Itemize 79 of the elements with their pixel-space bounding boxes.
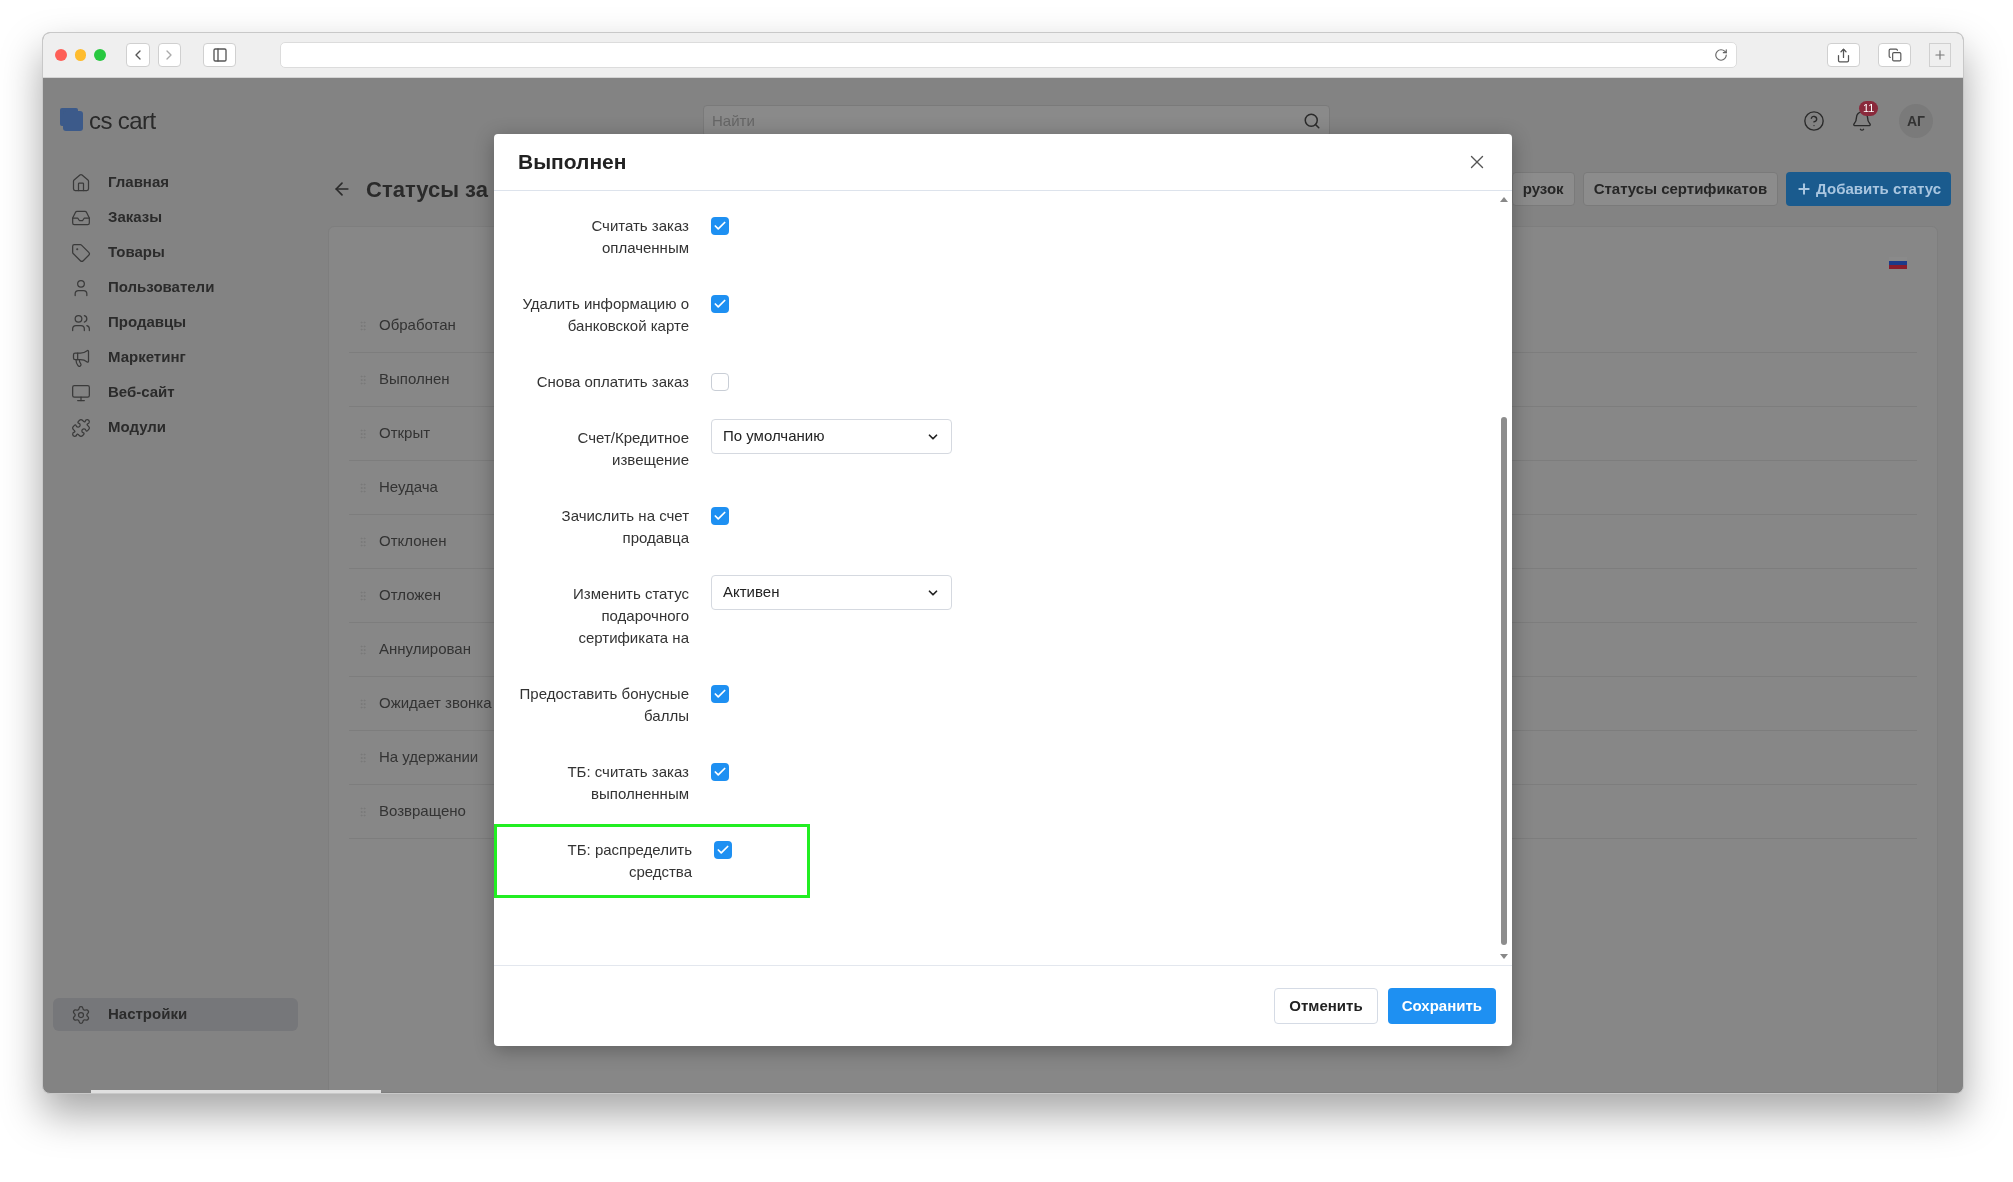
logo-icon (63, 111, 83, 131)
back-button[interactable] (126, 43, 150, 67)
plus-icon (1933, 48, 1948, 62)
status-name[interactable]: Аннулирован (379, 638, 471, 661)
status-name[interactable]: Возвращено (379, 800, 466, 823)
house-icon (71, 172, 91, 193)
help-icon[interactable] (1803, 110, 1825, 132)
check-icon (713, 509, 727, 523)
page-title: Статусы за (366, 175, 488, 204)
sidebar-item[interactable]: Маркетинг (53, 341, 298, 374)
notifications-icon[interactable] (1851, 110, 1873, 132)
checkbox[interactable] (711, 217, 729, 235)
secondary-button[interactable]: рузок (1511, 172, 1575, 206)
modal-title: Выполнен (518, 149, 627, 176)
tabs-button[interactable] (1878, 43, 1912, 67)
check-icon (713, 765, 727, 779)
select-dropdown[interactable]: Активен (711, 575, 952, 610)
field-label: Предоставить бонусные баллы (518, 684, 689, 726)
sidebar-item[interactable]: Пользователи (53, 271, 298, 304)
checkbox[interactable] (711, 295, 729, 313)
checkbox[interactable] (711, 373, 729, 391)
field-label: ТБ: считать заказ выполненным (566, 762, 689, 804)
select-dropdown[interactable]: По умолчанию (711, 419, 952, 454)
status-name[interactable]: Отложен (379, 584, 441, 607)
checkbox[interactable] (711, 507, 729, 525)
tag-icon (71, 242, 91, 263)
check-icon (713, 219, 727, 233)
field-label: Счет/Кредитное извещение (576, 428, 689, 470)
status-name[interactable]: Ожидает звонка (379, 692, 492, 715)
check-icon (713, 687, 727, 701)
field-label: Снова оплатить заказ (535, 372, 689, 392)
new-tab-button[interactable] (1929, 43, 1951, 67)
field-label: Удалить информацию о банковской карте (521, 294, 689, 336)
checkbox[interactable] (711, 763, 729, 781)
check-icon (716, 843, 730, 857)
checkbox[interactable] (714, 841, 732, 859)
puzzle-icon (71, 417, 91, 438)
sidebar-item[interactable]: Настройки (53, 998, 298, 1031)
close-window-button[interactable] (55, 49, 67, 61)
sidebar-icon (211, 47, 228, 63)
maximize-window-button[interactable] (94, 49, 107, 61)
field-label: ТБ: распределить средства (566, 840, 692, 882)
reload-icon[interactable] (1714, 48, 1729, 62)
share-icon (1836, 47, 1852, 63)
megaphone-icon (71, 347, 91, 368)
forward-button[interactable] (157, 43, 181, 67)
sidebar-item[interactable]: Модули (53, 411, 298, 444)
secondary-button[interactable]: Статусы сертификатов (1582, 172, 1779, 206)
sidebar-item[interactable]: Заказы (53, 201, 298, 234)
status-name[interactable]: Открыт (379, 422, 431, 445)
users-icon (71, 312, 91, 333)
user-avatar[interactable]: АГ (1899, 104, 1933, 138)
status-name[interactable]: Неудача (379, 476, 438, 499)
horizontal-scrollbar[interactable] (91, 1090, 381, 1093)
tabs-icon (1887, 48, 1902, 62)
sidebar-item[interactable]: Продавцы (53, 306, 298, 339)
sidebar-item[interactable]: Веб-сайт (53, 376, 298, 409)
add-status-button[interactable]: Добавить статус (1786, 172, 1951, 206)
status-name[interactable]: На удержании (379, 746, 479, 769)
logo-text: cs cart (89, 106, 156, 136)
field-label: Считать заказ оплаченным (590, 216, 689, 258)
field-label: Зачислить на счет продавца (560, 506, 689, 548)
status-name[interactable]: Отклонен (379, 530, 447, 553)
checkbox[interactable] (711, 685, 729, 703)
field-label: Изменить статус подарочного сертификата на (572, 584, 689, 648)
monitor-icon (71, 382, 91, 403)
settings-icon (71, 1004, 91, 1025)
status-name[interactable]: Выполнен (379, 368, 450, 391)
minimize-window-button[interactable] (74, 49, 87, 61)
sidebar-toggle-button[interactable] (203, 43, 237, 67)
search-icon (1303, 112, 1321, 130)
sidebar-item[interactable]: Товары (53, 236, 298, 269)
cancel-button[interactable]: Отменить (1274, 988, 1378, 1024)
share-button[interactable] (1827, 43, 1861, 67)
status-name[interactable]: Обработан (379, 314, 456, 337)
check-icon (713, 297, 727, 311)
save-button[interactable]: Сохранить (1387, 988, 1496, 1024)
sidebar-item[interactable]: Главная (53, 166, 298, 199)
notification-badge: 11 (1859, 101, 1879, 116)
